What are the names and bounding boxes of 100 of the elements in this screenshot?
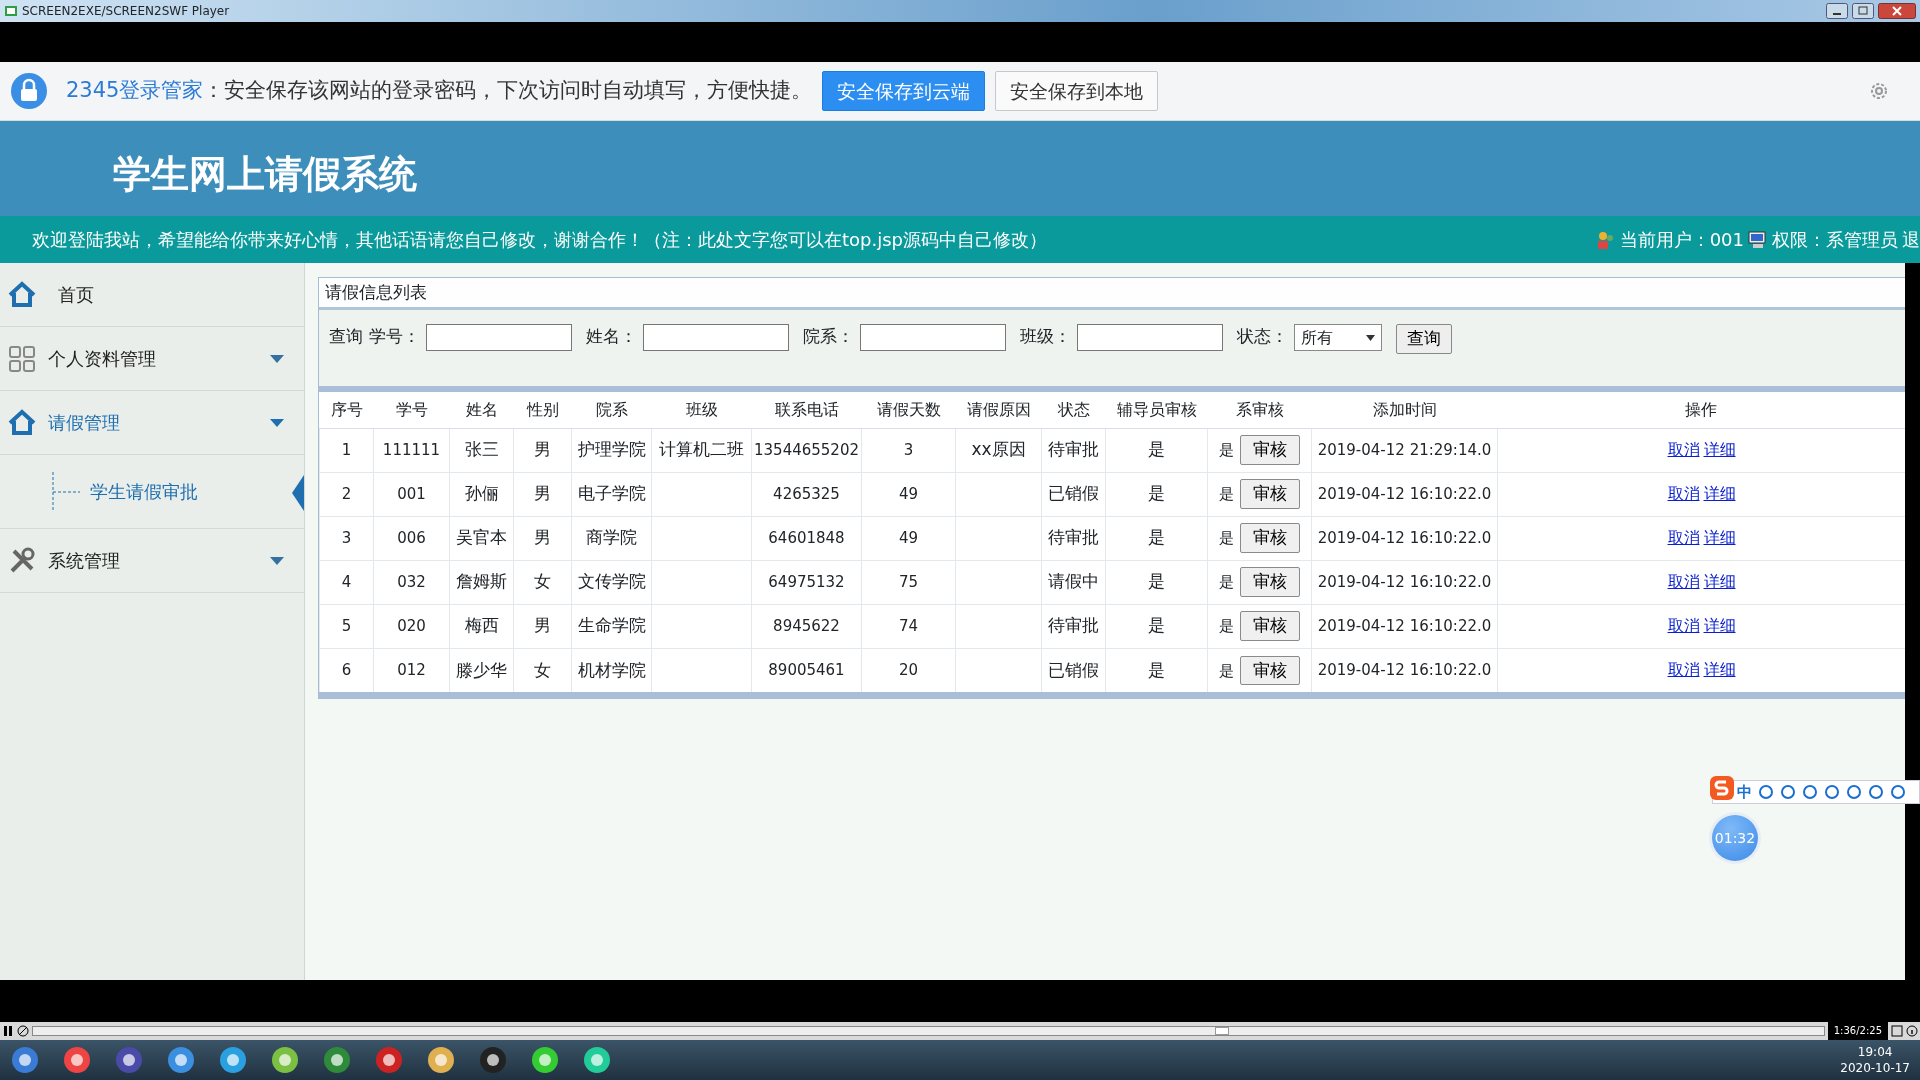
table-cell: 13544655202: [754, 440, 859, 459]
table-cell: 20: [898, 661, 919, 679]
welcome-text: 欢迎登陆我站，希望能给你带来好心情，其他话语请您自己修改，谢谢合作！（注：此处文字您可以在top.jsp源码中自己修改）: [32, 228, 1048, 252]
table-cell: 男: [534, 483, 551, 504]
login-manager-message: 2345登录管家：安全保存该网站的登录密码，下次访问时自动填写，方便快捷。: [66, 77, 813, 105]
review-button[interactable]: 审核: [1240, 611, 1300, 641]
query-button[interactable]: 查询: [1396, 324, 1452, 354]
action-link[interactable]: 详细: [1703, 528, 1736, 547]
action-link[interactable]: 取消: [1667, 440, 1700, 459]
table-cell: 张三: [464, 439, 499, 460]
info-icon[interactable]: [1906, 1025, 1918, 1037]
table-cell: 3: [903, 440, 914, 459]
start-icon[interactable]: [10, 1045, 40, 1075]
column-header: 姓名: [449, 392, 514, 428]
sidebar-item[interactable]: 个人资料管理: [0, 327, 304, 391]
app-icon[interactable]: [374, 1045, 404, 1075]
review-button[interactable]: 审核: [1240, 479, 1300, 509]
table-cell: 2019-04-12 16:10:22.0: [1311, 472, 1498, 516]
table-cell: 是: [1148, 571, 1165, 592]
input-field[interactable]: [1077, 324, 1223, 351]
table-cell: 电子学院: [577, 483, 646, 504]
sidebar-item[interactable]: 首页: [0, 263, 304, 327]
lock-icon: [10, 72, 48, 110]
app-icon[interactable]: [218, 1045, 248, 1075]
table-cell: 是: [1219, 573, 1234, 592]
input-field[interactable]: [426, 324, 572, 351]
close-icon[interactable]: [1878, 3, 1916, 19]
sidebar-subitem[interactable]: 学生请假审批: [90, 478, 198, 505]
table-cell: 女: [534, 571, 551, 592]
pause-icon[interactable]: [2, 1025, 14, 1037]
app-icon: [4, 4, 18, 18]
input-field[interactable]: [643, 324, 789, 351]
action-link[interactable]: 取消: [1667, 616, 1700, 635]
app-icon[interactable]: [166, 1045, 196, 1075]
table-cell: 032: [397, 572, 426, 591]
table-cell: 詹姆斯: [456, 571, 507, 592]
status-select[interactable]: 所有: [1294, 324, 1382, 351]
table-cell: 1: [341, 440, 352, 459]
app-icon[interactable]: [322, 1045, 352, 1075]
field-label: 院系：: [803, 325, 854, 348]
table-cell: 男: [534, 439, 551, 460]
field-label: 班级：: [1020, 325, 1071, 348]
maximize-icon[interactable]: [1852, 3, 1874, 19]
table-cell: 111111: [382, 440, 441, 459]
input-field[interactable]: [860, 324, 1006, 351]
minimize-icon[interactable]: [1826, 3, 1848, 19]
column-header: 添加时间: [1311, 392, 1498, 428]
table-cell: 梅西: [464, 615, 499, 636]
computer-icon: [1748, 229, 1768, 250]
action-link[interactable]: 详细: [1703, 660, 1736, 680]
mute-icon[interactable]: [17, 1025, 29, 1037]
table-cell: 是: [1148, 659, 1165, 680]
app-icon[interactable]: [270, 1045, 300, 1075]
users-icon: [1595, 229, 1616, 250]
role-text: 权限：系管理员: [1772, 228, 1898, 252]
clock-time: 19:04: [1856, 1044, 1894, 1060]
action-link[interactable]: 详细: [1703, 616, 1736, 635]
action-link[interactable]: 详细: [1703, 440, 1736, 459]
review-button[interactable]: 审核: [1240, 655, 1300, 685]
review-button[interactable]: 审核: [1240, 567, 1300, 597]
fullscreen-icon[interactable]: [1891, 1025, 1903, 1037]
table-cell: 001: [397, 484, 426, 503]
playback-time: 1:36/2:25: [1827, 1022, 1888, 1040]
action-link[interactable]: 取消: [1667, 660, 1700, 680]
table-cell: 待审批: [1048, 615, 1099, 636]
action-link[interactable]: 取消: [1667, 484, 1700, 503]
table-cell: 孙俪: [464, 483, 499, 504]
review-button[interactable]: 审核: [1240, 435, 1300, 465]
input-mode-text[interactable]: 中: [1737, 780, 1752, 804]
settings-icon[interactable]: [1868, 80, 1890, 102]
table-cell: 64975132: [768, 572, 845, 591]
table-cell: 是: [1219, 617, 1234, 636]
table-cell: 男: [534, 527, 551, 548]
action-link[interactable]: 详细: [1703, 572, 1736, 591]
column-header: 请假天数: [861, 392, 956, 428]
action-link[interactable]: 取消: [1667, 572, 1700, 591]
home-icon: [8, 280, 36, 309]
table-cell: 4265325: [773, 484, 840, 503]
app-icon[interactable]: [114, 1045, 144, 1075]
column-header: 状态: [1041, 392, 1106, 428]
current-user-text: 当前用户：001: [1619, 228, 1744, 252]
review-button[interactable]: 审核: [1240, 523, 1300, 553]
selection-arrow-icon: [292, 475, 304, 511]
save-local-button[interactable]: 安全保存到本地: [995, 70, 1159, 112]
column-header: 学号: [373, 392, 450, 428]
column-header: 性别: [513, 392, 572, 428]
action-link[interactable]: 取消: [1667, 528, 1700, 547]
progress-thumb[interactable]: [1214, 1027, 1229, 1035]
column-header: 请假原因: [955, 392, 1042, 428]
caret-icon: [270, 556, 284, 565]
caret-icon: [270, 354, 284, 363]
clock-date: 2020-10-17: [1840, 1060, 1910, 1076]
table-cell: 机材学院: [577, 659, 646, 680]
home-icon: [8, 408, 36, 437]
sidebar-item[interactable]: 请假管理: [0, 391, 304, 455]
action-link[interactable]: 详细: [1703, 484, 1736, 503]
table-cell: 75: [898, 572, 919, 591]
caret-icon: [270, 418, 284, 427]
table-cell: 护理学院: [577, 439, 646, 460]
sidebar-item[interactable]: 系统管理: [0, 529, 304, 593]
